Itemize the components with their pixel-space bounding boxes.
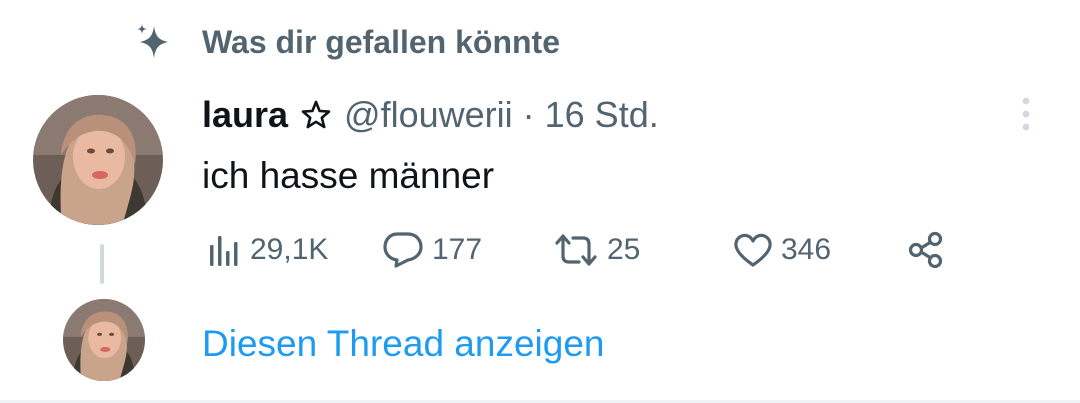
more-vertical-icon[interactable] bbox=[1014, 96, 1038, 132]
retweet-button[interactable]: 25 bbox=[553, 230, 640, 270]
tweet-text: ich hasse männer bbox=[202, 155, 495, 196]
views-count: 29,1K bbox=[250, 233, 329, 266]
reply-icon bbox=[383, 232, 423, 268]
tweet-timestamp[interactable]: 16 Std. bbox=[545, 94, 659, 136]
like-count: 346 bbox=[781, 233, 832, 266]
analytics-icon bbox=[210, 236, 238, 266]
reply-count: 177 bbox=[432, 233, 483, 266]
tweet-header: laura @flouwerii · 16 Std. bbox=[202, 93, 659, 137]
avatar[interactable] bbox=[33, 95, 163, 225]
retweet-count: 25 bbox=[607, 233, 641, 266]
show-thread-link[interactable]: Diesen Thread anzeigen bbox=[202, 322, 604, 366]
user-handle[interactable]: @flouwerii bbox=[344, 94, 513, 136]
recommendation-context-label: Was dir gefallen könnte bbox=[202, 24, 560, 60]
heart-icon bbox=[734, 233, 772, 267]
share-icon bbox=[908, 231, 943, 269]
sparkle-icon bbox=[137, 24, 168, 58]
thread-avatar[interactable] bbox=[63, 299, 145, 381]
like-button[interactable]: 346 bbox=[733, 230, 831, 270]
reply-button[interactable]: 177 bbox=[382, 230, 482, 270]
header-separator: · bbox=[522, 94, 535, 135]
share-button[interactable] bbox=[906, 230, 946, 270]
thread-connector-line bbox=[100, 244, 104, 284]
retweet-icon bbox=[555, 234, 597, 266]
display-name[interactable]: laura bbox=[202, 94, 288, 136]
views-button[interactable]: 29,1K bbox=[208, 230, 328, 270]
star-outline-icon bbox=[301, 100, 331, 129]
